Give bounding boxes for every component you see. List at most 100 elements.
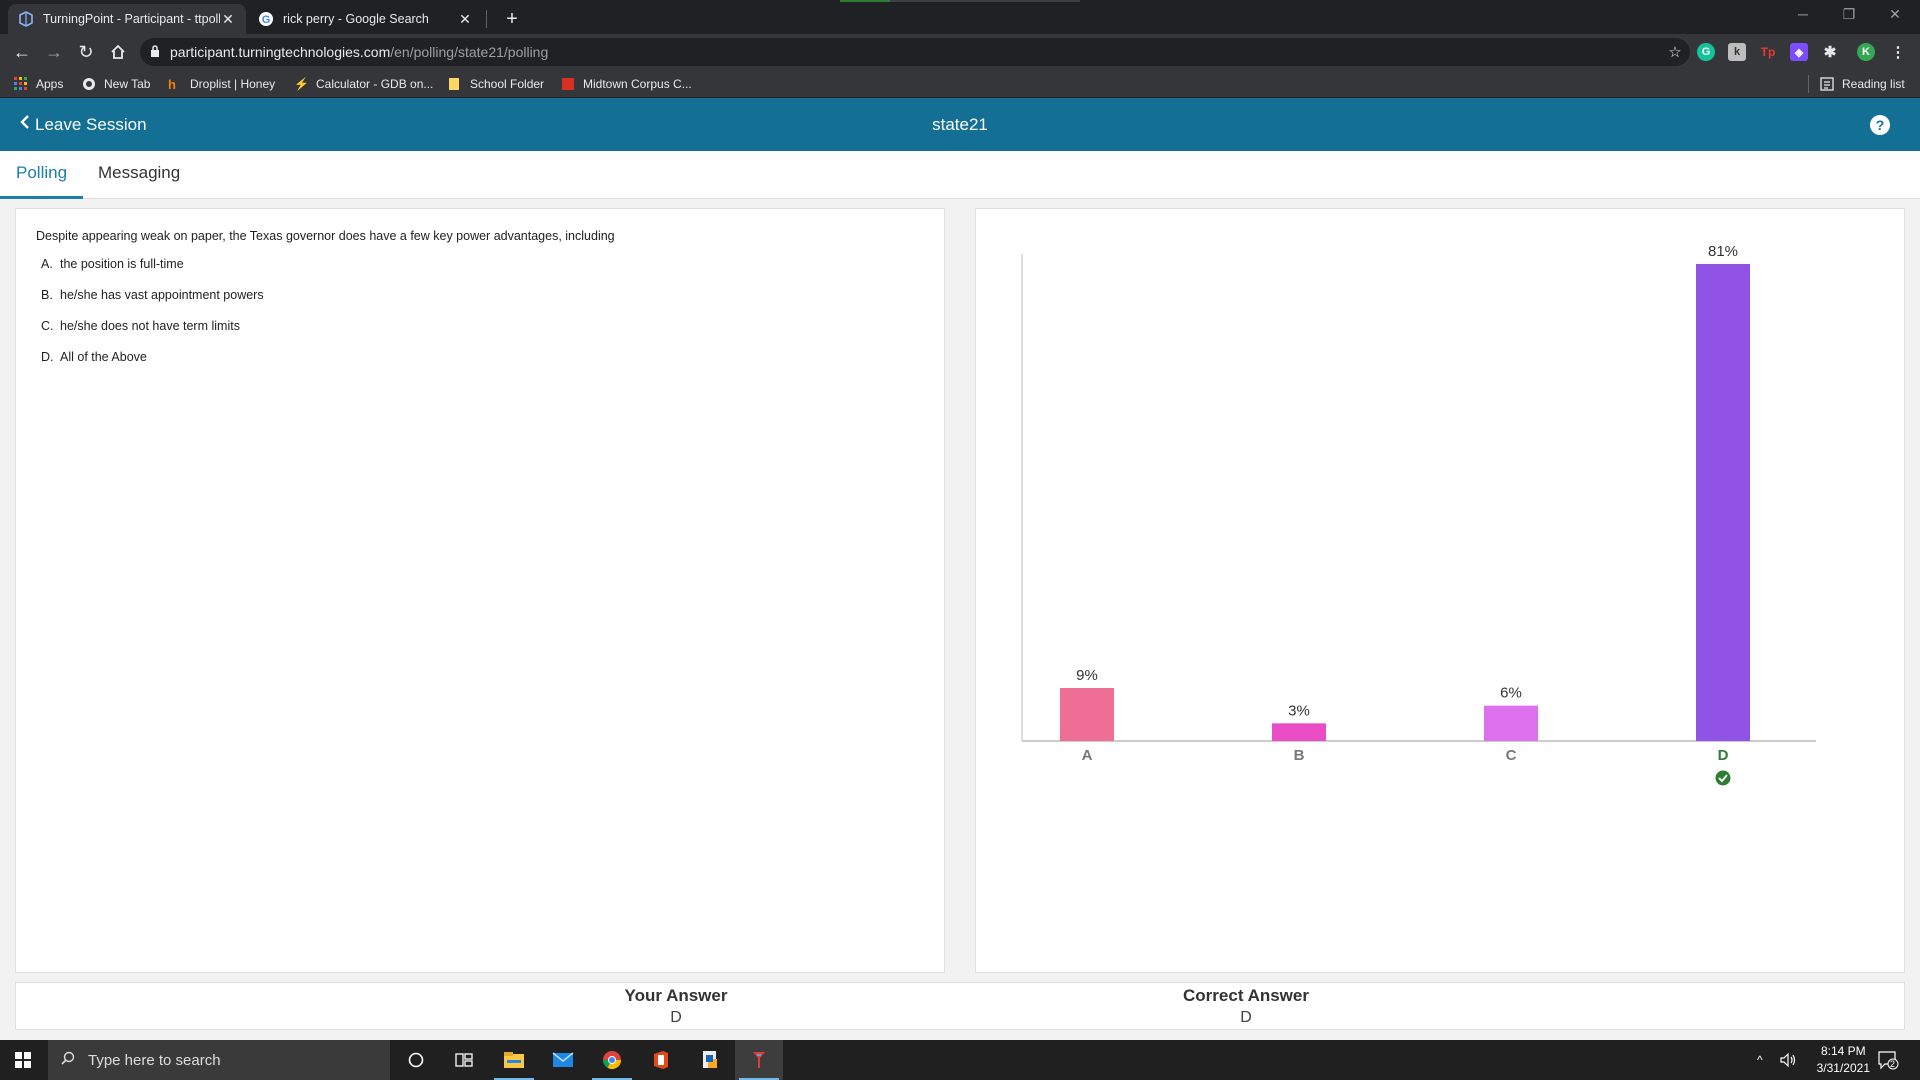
chrome-icon[interactable] [588,1040,636,1080]
url-text: participant.turningtechnologies.com/en/p… [170,44,1660,60]
tab-title: TurningPoint - Participant - ttpoll [43,12,220,26]
bookmark-droplist-honey[interactable]: h Droplist | Honey [168,75,275,93]
choice-text: the position is full-time [60,257,184,271]
turningpoint-favicon-icon [18,11,34,27]
volume-icon[interactable] [1780,1040,1798,1080]
tick-label-a: A [1082,747,1093,764]
choice-letter: C. [41,319,54,333]
chevron-left-icon [20,114,30,135]
system-clock[interactable]: 8:14 PM 3/31/2021 [1817,1043,1870,1077]
browser-menu-icon[interactable]: ⋮ [1889,43,1907,61]
question-panel: Despite appearing weak on paper, the Tex… [15,208,945,973]
browser-tab-strip: TurningPoint - Participant - ttpoll ✕ G … [0,0,1920,34]
bookmark-school-folder[interactable]: School Folder [448,75,544,93]
bookmark-new-tab[interactable]: New Tab [82,75,150,93]
globe-icon [82,77,96,91]
minimize-icon[interactable]: ─ [1780,0,1826,30]
windows-start-icon[interactable] [0,1040,46,1080]
mail-icon[interactable] [539,1040,587,1080]
bookmark-calculator[interactable]: ⚡ Calculator - GDB on... [294,75,433,93]
bar-d [1696,264,1750,741]
tick-label-d: D [1718,747,1729,764]
new-tab-button[interactable]: + [499,6,525,32]
answer-choice-c: C. he/she does not have term limits [41,319,924,333]
choice-text: All of the Above [60,350,147,364]
python-file-icon[interactable] [686,1040,734,1080]
bookmark-label: School Folder [470,77,545,91]
home-icon[interactable] [104,38,132,66]
forward-icon[interactable]: → [40,38,68,66]
tab-title: rick perry - Google Search [283,12,429,26]
show-hidden-icons[interactable]: ^ [1757,1040,1763,1080]
tick-label-b: B [1294,747,1305,764]
reading-list-icon [1820,77,1834,91]
file-explorer-icon[interactable] [490,1040,538,1080]
your-answer-value: D [670,1009,682,1026]
results-bar-chart: 9% A 3% B 6% C 81% D [1021,243,1816,786]
turningpoint-extension-icon[interactable]: Tp [1759,43,1777,61]
grammarly-extension-icon[interactable]: G [1697,43,1715,61]
loading-indicator [840,0,1080,2]
office-icon[interactable] [637,1040,685,1080]
close-tab-icon[interactable]: ✕ [457,11,473,28]
url-host: participant.turningtechnologies.com [170,44,391,60]
leave-session-button[interactable]: Leave Session [20,98,147,151]
correct-check-icon [1715,770,1731,786]
your-answer-heading: Your Answer [624,986,728,1005]
bar-a [1060,688,1114,741]
profile-avatar[interactable]: K [1857,43,1875,61]
browser-tab-google[interactable]: G rick perry - Google Search ✕ [248,4,483,34]
taskbar-search-box[interactable]: Type here to search [48,1040,390,1080]
leave-session-label: Leave Session [35,114,147,134]
lock-icon [140,44,170,60]
bookmark-label: Apps [36,77,64,91]
bolt-icon: ⚡ [294,77,309,91]
tab-polling[interactable]: Polling [0,151,84,199]
honey-extension-icon[interactable]: ◈ [1790,43,1808,61]
correct-answer-block: Correct Answer D [1096,983,1396,1027]
bar-c [1484,705,1538,741]
url-path: /en/polling/state21/polling [390,44,549,60]
taskbar-search-placeholder: Type here to search [88,1051,221,1069]
bookmark-midtown-corpus[interactable]: Midtown Corpus C... [561,75,692,93]
answer-choice-d: D. All of the Above [41,350,924,364]
bookmark-label: Droplist | Honey [190,77,276,91]
bookmark-star-icon[interactable]: ☆ [1660,43,1690,61]
your-answer-block: Your Answer D [526,983,826,1027]
session-title: state21 [932,115,988,134]
notification-count: 2 [1890,1059,1896,1069]
choice-text: he/she has vast appointment powers [60,288,264,302]
choice-letter: B. [41,288,53,302]
close-window-icon[interactable]: ✕ [1872,0,1918,30]
task-view-icon[interactable] [440,1040,488,1080]
bookmarks-divider [1808,75,1809,93]
restore-icon[interactable]: ❐ [1826,0,1872,30]
notifications-icon[interactable]: 2 [1877,1040,1899,1080]
close-tab-icon[interactable]: ✕ [220,11,236,28]
folder-icon [448,77,462,91]
tab-divider [486,10,487,28]
tab-messaging[interactable]: Messaging [82,151,196,199]
turningpoint-app-icon[interactable] [735,1040,783,1080]
search-icon [48,1051,88,1069]
browser-toolbar: ← → ↻ participant.turningtechnologies.co… [0,34,1920,70]
extension-icon[interactable]: k [1728,43,1746,61]
data-label-c: 6% [1500,685,1522,702]
results-chart-panel: 9% A 3% B 6% C 81% D [975,208,1905,973]
reload-icon[interactable]: ↻ [72,38,100,66]
correct-answer-heading: Correct Answer [1183,986,1309,1005]
choice-text: he/she does not have term limits [60,319,240,333]
bookmark-label: New Tab [104,77,151,91]
cortana-icon[interactable] [392,1040,440,1080]
reading-list-button[interactable]: Reading list [1820,75,1905,93]
clock-time: 8:14 PM [1820,1044,1866,1058]
browser-tab-turningpoint[interactable]: TurningPoint - Participant - ttpoll ✕ [8,4,246,34]
red-bookmark-icon [561,77,575,91]
google-favicon-icon: G [258,11,274,27]
apps-grid-icon [14,77,28,91]
bookmark-apps[interactable]: Apps [14,75,63,93]
extensions-puzzle-icon[interactable]: ✱ [1821,43,1839,61]
back-icon[interactable]: ← [8,38,36,66]
address-bar[interactable]: participant.turningtechnologies.com/en/p… [140,38,1690,66]
help-icon[interactable]: ? [1870,115,1890,135]
